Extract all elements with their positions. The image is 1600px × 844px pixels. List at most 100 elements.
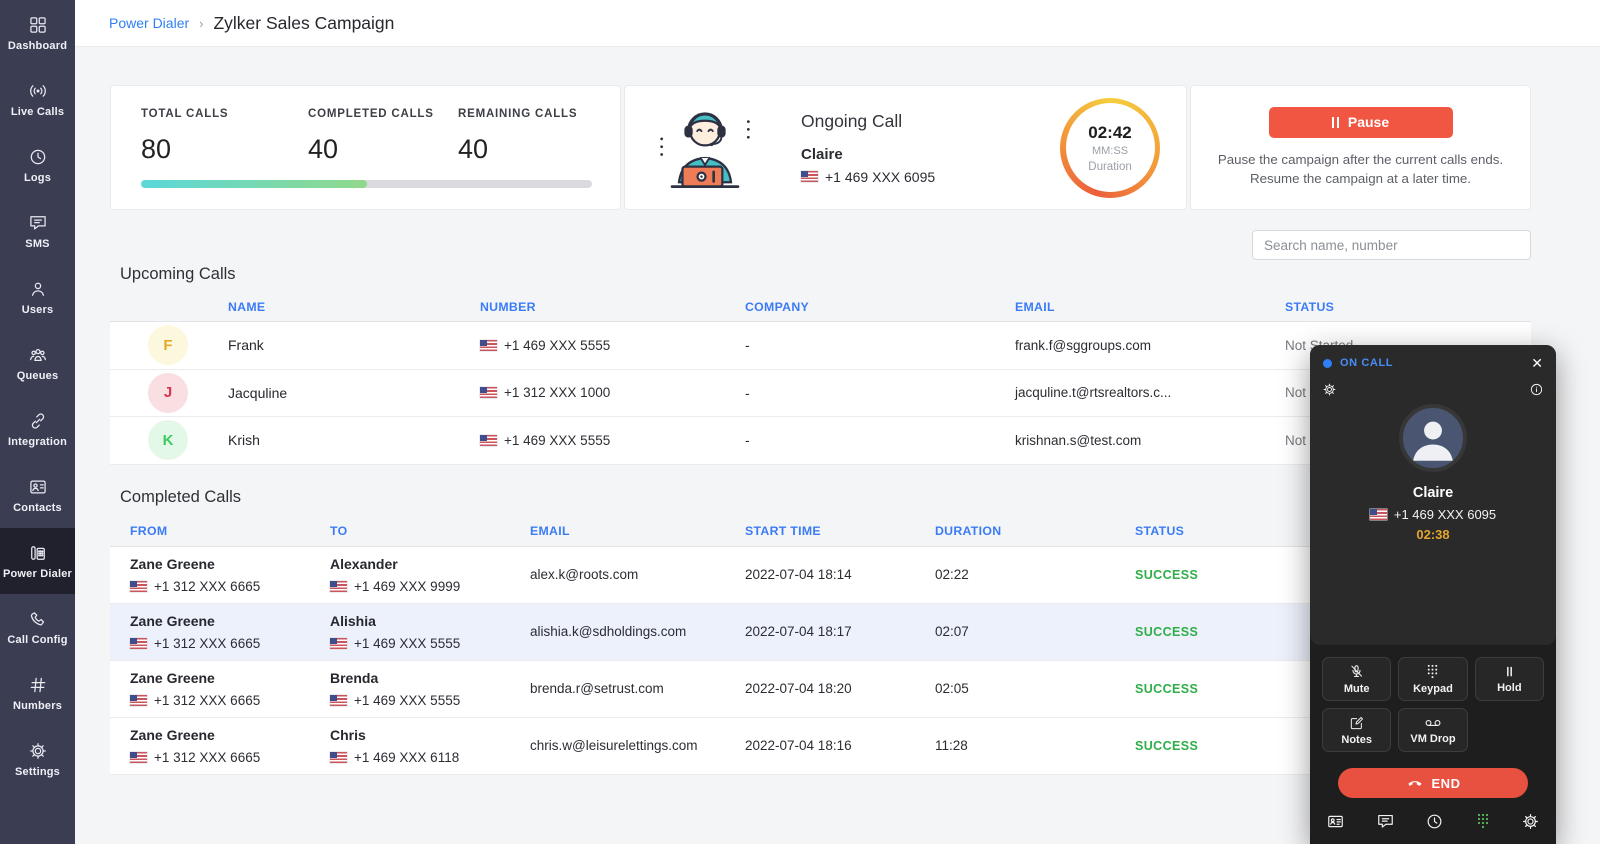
sidebar-item-label: Integration <box>8 436 67 448</box>
to-number: +1 469 XXX 9999 <box>354 579 460 594</box>
col-start-time: START TIME <box>745 524 935 538</box>
sidebar-item-logs[interactable]: Logs <box>0 132 75 198</box>
dashboard-icon <box>28 15 48 35</box>
contact-number: +1 469 XXX 5555 <box>504 433 610 448</box>
contact-email: jacquline.t@rtsrealtors.c... <box>1015 385 1285 400</box>
call-widget: ON CALL ✕ Claire +1 469 XXX 6095 02:38 M… <box>1310 345 1556 844</box>
sidebar-item-contacts[interactable]: Contacts <box>0 462 75 528</box>
pause-description-line2: Resume the campaign at a later time. <box>1218 169 1503 188</box>
completed-calls-value: 40 <box>308 134 458 165</box>
pause-description-line1: Pause the campaign after the current cal… <box>1218 150 1503 169</box>
sidebar-item-queues[interactable]: Queues <box>0 330 75 396</box>
to-name: Alishia <box>330 613 530 629</box>
call-config-icon <box>28 609 48 629</box>
col-email: EMAIL <box>530 524 745 538</box>
campaign-progress-fill <box>141 180 367 188</box>
users-icon <box>28 279 48 299</box>
settings-icon <box>28 741 48 761</box>
on-call-status-label: ON CALL <box>1340 357 1393 369</box>
sidebar-item-numbers[interactable]: Numbers <box>0 660 75 726</box>
to-number: +1 469 XXX 5555 <box>354 693 460 708</box>
call-start-time: 2022-07-04 18:20 <box>745 681 935 696</box>
completed-calls-label: COMPLETED CALLS <box>308 108 458 120</box>
pause-button[interactable]: Pause <box>1269 107 1453 138</box>
call-duration-ring: 02:42 MM:SS Duration <box>1060 98 1160 198</box>
breadcrumb-power-dialer[interactable]: Power Dialer <box>109 15 189 31</box>
col-name: NAME <box>228 300 480 314</box>
keypad-icon[interactable] <box>1475 812 1491 830</box>
on-call-status-dot <box>1323 359 1332 368</box>
campaign-progress-bar <box>141 180 592 188</box>
col-number: NUMBER <box>480 300 745 314</box>
sidebar-item-integration[interactable]: Integration <box>0 396 75 462</box>
from-name: Zane Greene <box>130 727 330 743</box>
hold-button[interactable]: Hold <box>1475 657 1544 701</box>
sidebar-item-sms[interactable]: SMS <box>0 198 75 264</box>
notes-button[interactable]: Notes <box>1322 708 1391 752</box>
voicemail-icon <box>1424 716 1442 730</box>
chevron-right-icon: › <box>199 16 203 31</box>
numbers-icon <box>28 675 48 695</box>
remaining-calls-label: REMAINING CALLS <box>458 108 577 120</box>
end-call-button[interactable]: END <box>1338 768 1528 798</box>
settings-icon[interactable] <box>1521 812 1540 831</box>
sidebar-item-settings[interactable]: Settings <box>0 726 75 792</box>
vm-drop-button[interactable]: VM Drop <box>1398 708 1467 752</box>
call-widget-info-panel: ON CALL ✕ Claire +1 469 XXX 6095 02:38 <box>1310 345 1556 645</box>
sidebar-item-dashboard[interactable]: Dashboard <box>0 0 75 66</box>
sidebar-item-power-dialer[interactable]: Power Dialer <box>0 528 75 594</box>
sidebar-item-users[interactable]: Users <box>0 264 75 330</box>
us-flag-icon <box>330 581 347 592</box>
us-flag-icon <box>801 171 818 182</box>
queues-icon <box>28 345 48 365</box>
widget-settings-icon[interactable] <box>1322 382 1337 402</box>
upcoming-calls-title: Upcoming Calls <box>120 265 1531 284</box>
call-email: alex.k@roots.com <box>530 567 745 582</box>
call-duration-unit: MM:SS <box>1092 145 1128 157</box>
from-name: Zane Greene <box>130 556 330 572</box>
sidebar-item-label: Call Config <box>7 634 67 646</box>
power-dialer-icon <box>28 543 48 563</box>
call-duration-value: 02:42 <box>1088 123 1131 143</box>
to-number: +1 469 XXX 6118 <box>354 750 459 765</box>
hold-icon <box>1502 664 1517 679</box>
call-duration: 11:28 <box>935 738 1135 753</box>
contact-card-icon[interactable] <box>1326 812 1345 831</box>
mute-button[interactable]: Mute <box>1322 657 1391 701</box>
sidebar-item-call-config[interactable]: Call Config <box>0 594 75 660</box>
close-icon[interactable]: ✕ <box>1531 356 1543 370</box>
call-email: alishia.k@sdholdings.com <box>530 624 745 639</box>
sms-icon <box>28 213 48 233</box>
call-duration: 02:07 <box>935 624 1135 639</box>
col-email: EMAIL <box>1015 300 1285 314</box>
contacts-icon <box>28 477 48 497</box>
contact-name: Jacquline <box>228 385 480 401</box>
col-status: STATUS <box>1285 300 1531 314</box>
to-name: Brenda <box>330 670 530 686</box>
from-number: +1 312 XXX 6665 <box>154 750 260 765</box>
keypad-button[interactable]: Keypad <box>1398 657 1467 701</box>
contact-email: frank.f@sggroups.com <box>1015 338 1285 353</box>
avatar: K <box>148 420 188 460</box>
us-flag-icon <box>330 638 347 649</box>
caller-name: Claire <box>1310 485 1556 501</box>
mute-icon <box>1348 663 1365 680</box>
end-call-icon <box>1406 773 1424 794</box>
live-calls-icon <box>28 81 48 101</box>
total-calls-value: 80 <box>141 134 308 165</box>
info-icon[interactable] <box>1529 382 1544 402</box>
sidebar-item-live-calls[interactable]: Live Calls <box>0 66 75 132</box>
call-start-time: 2022-07-04 18:16 <box>745 738 935 753</box>
sidebar-item-label: Contacts <box>13 502 62 514</box>
history-icon[interactable] <box>1425 812 1444 831</box>
from-name: Zane Greene <box>130 670 330 686</box>
from-name: Zane Greene <box>130 613 330 629</box>
contact-company: - <box>745 385 1015 401</box>
ongoing-call-title: Ongoing Call <box>801 111 935 132</box>
sidebar-item-label: Power Dialer <box>3 568 72 580</box>
logs-icon <box>28 147 48 167</box>
chat-icon[interactable] <box>1376 812 1395 831</box>
ongoing-call-name: Claire <box>801 146 935 163</box>
to-name: Alexander <box>330 556 530 572</box>
search-input[interactable] <box>1252 230 1531 260</box>
